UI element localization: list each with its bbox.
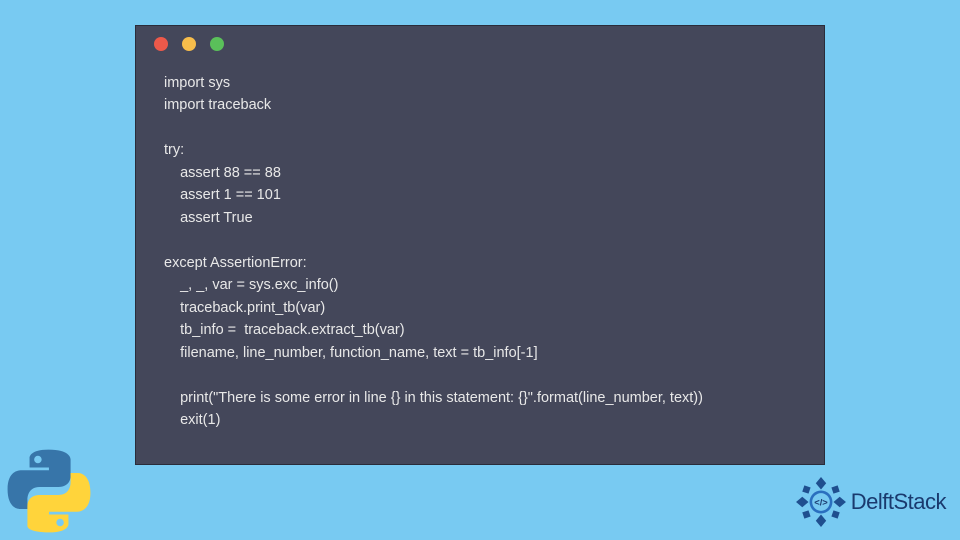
delftstack-logo: </> DelftStack [795, 476, 946, 528]
minimize-dot [182, 37, 196, 51]
window-header [136, 26, 824, 62]
code-body: import sys import traceback try: assert … [136, 62, 824, 452]
delftstack-brand-text: DelftStack [851, 489, 946, 515]
python-logo-icon [6, 448, 92, 534]
close-dot [154, 37, 168, 51]
maximize-dot [210, 37, 224, 51]
svg-text:</>: </> [814, 498, 828, 508]
code-line: _, _, var = sys.exc_info() [164, 277, 338, 293]
code-line: try: [164, 142, 184, 158]
code-line: assert True [164, 210, 253, 226]
delftstack-emblem-icon: </> [795, 476, 847, 528]
code-line: assert 88 == 88 [164, 165, 281, 181]
code-line: traceback.print_tb(var) [164, 300, 325, 316]
code-line: except AssertionError: [164, 255, 307, 271]
code-window: import sys import traceback try: assert … [135, 25, 825, 465]
code-line: exit(1) [164, 412, 220, 428]
code-line: assert 1 == 101 [164, 187, 281, 203]
code-line: import traceback [164, 97, 271, 113]
code-line: print("There is some error in line {} in… [164, 390, 703, 406]
code-line: tb_info = traceback.extract_tb(var) [164, 322, 405, 338]
code-line: filename, line_number, function_name, te… [164, 345, 538, 361]
code-line: import sys [164, 75, 230, 91]
